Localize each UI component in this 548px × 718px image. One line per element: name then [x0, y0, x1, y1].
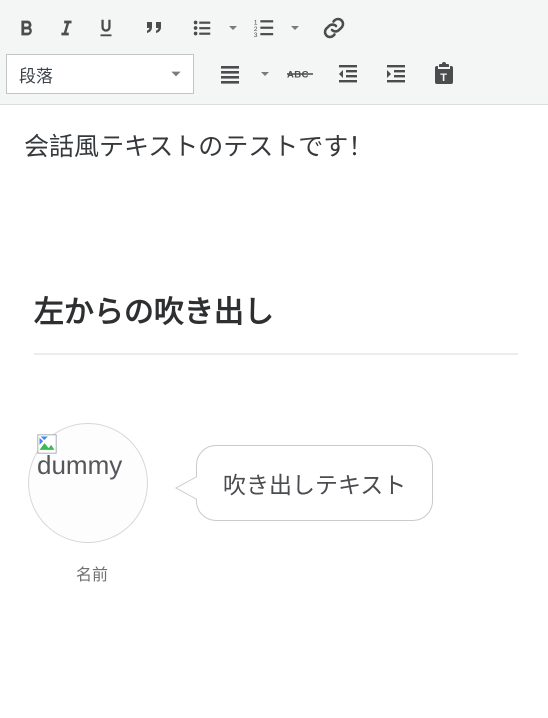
avatar-alt-text: dummy — [37, 450, 127, 481]
bullet-list-icon — [191, 17, 213, 39]
svg-text:ABC: ABC — [287, 69, 309, 80]
quote-icon — [142, 16, 166, 40]
clipboard-text-icon: T — [432, 62, 456, 86]
outdent-button[interactable] — [324, 54, 372, 94]
indent-button[interactable] — [372, 54, 420, 94]
speech-bubble-text[interactable]: 吹き出しテキスト — [223, 472, 406, 498]
caret-down-icon — [289, 22, 301, 34]
section-heading[interactable]: 左からの吹き出し — [34, 287, 518, 355]
format-select[interactable]: 段落 — [6, 54, 194, 94]
format-select-label: 段落 — [19, 62, 53, 87]
strikethrough-button[interactable]: ABC — [276, 54, 324, 94]
underline-icon — [95, 17, 117, 39]
indent-icon — [384, 62, 408, 86]
link-icon — [322, 16, 346, 40]
numbered-list-dropdown[interactable] — [284, 8, 306, 48]
outdent-icon — [336, 62, 360, 86]
caret-down-icon — [227, 22, 239, 34]
bold-icon — [15, 17, 37, 39]
intro-paragraph[interactable]: 会話風テキストのテストです！ — [24, 129, 528, 167]
speech-bubble[interactable]: 吹き出しテキスト — [196, 445, 433, 521]
align-button[interactable] — [206, 54, 254, 94]
svg-text:T: T — [440, 72, 447, 84]
strikethrough-icon: ABC — [287, 65, 313, 83]
avatar-column: dummy 名前 — [28, 423, 156, 585]
bullet-list-dropdown[interactable] — [222, 8, 244, 48]
bold-button[interactable] — [6, 8, 46, 48]
caret-down-icon — [259, 68, 271, 80]
editor-content[interactable]: 会話風テキストのテストです！ 左からの吹き出し dummy 名前 吹き出しテキス… — [0, 105, 548, 615]
speech-bubble-block: dummy 名前 吹き出しテキスト — [24, 423, 528, 585]
bullet-list-button[interactable] — [182, 8, 222, 48]
toolbar-row-2: 段落 ABC T — [6, 54, 542, 94]
align-dropdown[interactable] — [254, 54, 276, 94]
svg-text:3: 3 — [254, 32, 258, 39]
caret-down-icon — [169, 67, 183, 81]
align-justify-icon — [218, 62, 242, 86]
italic-icon — [55, 17, 77, 39]
underline-button[interactable] — [86, 8, 126, 48]
numbered-list-button[interactable]: 123 — [244, 8, 284, 48]
toolbar-row-1: 123 — [6, 8, 542, 48]
avatar-name-label[interactable]: 名前 — [28, 561, 156, 585]
editor-toolbar: 123 段落 ABC T — [0, 0, 548, 105]
numbered-list-icon: 123 — [253, 17, 275, 39]
blockquote-button[interactable] — [134, 8, 174, 48]
link-button[interactable] — [314, 8, 354, 48]
avatar-image[interactable]: dummy — [28, 423, 148, 543]
italic-button[interactable] — [46, 8, 86, 48]
paste-as-text-button[interactable]: T — [420, 54, 468, 94]
